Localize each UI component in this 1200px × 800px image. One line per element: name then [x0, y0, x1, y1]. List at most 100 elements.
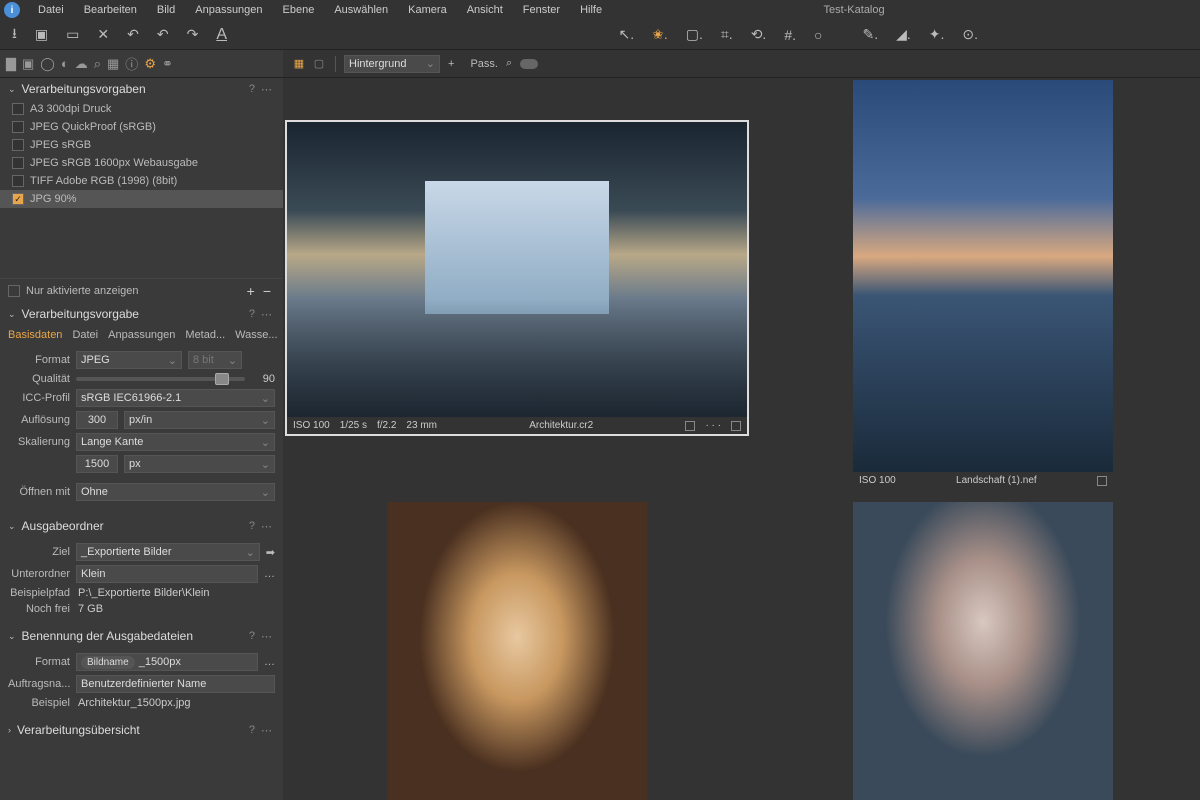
- token-imagename[interactable]: Bildname: [81, 656, 135, 669]
- dest-select[interactable]: _Exportierte Bilder: [76, 543, 260, 561]
- add-icon[interactable]: +: [243, 283, 259, 299]
- goto-icon[interactable]: ➡: [266, 546, 275, 559]
- folder-icon[interactable]: ▭: [62, 24, 83, 45]
- panel-header-output[interactable]: ⌄ Ausgabeordner ? ⋯: [0, 515, 283, 537]
- menu-anpassungen[interactable]: Anpassungen: [185, 4, 272, 16]
- tab-color-icon[interactable]: ☁: [75, 56, 88, 72]
- panel-header-presets[interactable]: ⌄ Verarbeitungsvorgaben ? ⋯: [0, 78, 283, 100]
- menu-datei[interactable]: Datei: [28, 4, 74, 16]
- checkbox-icon[interactable]: [12, 121, 24, 133]
- more-icon[interactable]: ⋯: [261, 520, 272, 533]
- open-with-select[interactable]: Ohne: [76, 483, 275, 501]
- subtab-anpassungen[interactable]: Anpassungen: [108, 329, 175, 341]
- help-icon[interactable]: ?: [249, 83, 255, 95]
- size-unit-select[interactable]: px: [124, 455, 275, 473]
- menu-ansicht[interactable]: Ansicht: [457, 4, 513, 16]
- bitdepth-select[interactable]: 8 bit: [188, 351, 242, 369]
- marker-icon[interactable]: [1097, 476, 1107, 486]
- scale-select[interactable]: Lange Kante: [76, 433, 275, 451]
- thumbnail-image[interactable]: [287, 122, 747, 417]
- preset-item[interactable]: JPEG sRGB 1600px Webausgabe: [0, 154, 283, 172]
- menu-kamera[interactable]: Kamera: [398, 4, 457, 16]
- thumbnail-grid[interactable]: ISO 100 1/25 s f/2.2 23 mm Architektur.c…: [283, 78, 1200, 800]
- grid-view-icon[interactable]: ▦: [291, 56, 307, 72]
- thumbnail-image[interactable]: [853, 80, 1113, 472]
- panel-header-naming[interactable]: ⌄ Benennung der Ausgabedateien ? ⋯: [0, 625, 283, 647]
- subtab-datei[interactable]: Datei: [72, 329, 98, 341]
- menu-fenster[interactable]: Fenster: [513, 4, 570, 16]
- hand-icon[interactable]: ✬.: [648, 24, 672, 45]
- panel-header-summary[interactable]: › Verarbeitungsübersicht ? ⋯: [0, 719, 283, 741]
- subtab-basisdaten[interactable]: Basisdaten: [8, 329, 62, 341]
- tab-lens-icon[interactable]: ◯: [40, 56, 55, 72]
- preset-item[interactable]: A3 300dpi Druck: [0, 100, 283, 118]
- thumbnail-card[interactable]: ISO 100 Landschaft (1).nef: [853, 80, 1113, 489]
- search-icon[interactable]: ⌕: [506, 57, 512, 70]
- tab-details-icon[interactable]: ▦: [107, 56, 119, 72]
- tab-info-icon[interactable]: ⓘ: [125, 54, 138, 73]
- subtab-metadaten[interactable]: Metad...: [185, 329, 225, 341]
- checkbox-icon[interactable]: [12, 103, 24, 115]
- redo-alt-icon[interactable]: ↶: [153, 24, 173, 45]
- add-variant-icon[interactable]: +: [448, 58, 454, 70]
- cursor-icon[interactable]: ↖.: [615, 24, 639, 45]
- thumbnail-card[interactable]: ISO 100 1/25 s f/2.2 23 mm Architektur.c…: [287, 122, 747, 434]
- tab-capture-icon[interactable]: ▣: [22, 56, 34, 72]
- cancel-icon[interactable]: ✕: [93, 24, 113, 45]
- help-icon[interactable]: ?: [249, 520, 255, 532]
- menu-bild[interactable]: Bild: [147, 4, 185, 16]
- checkbox-icon[interactable]: [8, 285, 20, 297]
- preset-item[interactable]: TIFF Adobe RGB (1998) (8bit): [0, 172, 283, 190]
- more-icon[interactable]: ⋯: [261, 630, 272, 643]
- help-icon[interactable]: ?: [249, 724, 255, 736]
- brush-icon[interactable]: ✎.: [858, 24, 882, 45]
- icc-select[interactable]: sRGB IEC61966-2.1: [76, 389, 275, 407]
- menu-hilfe[interactable]: Hilfe: [570, 4, 612, 16]
- background-select[interactable]: Hintergrund: [344, 55, 440, 73]
- more-icon[interactable]: ⋯: [261, 308, 272, 321]
- grid-icon[interactable]: #.: [780, 25, 800, 45]
- capture-icon[interactable]: ▣: [31, 24, 52, 45]
- thumbnail-image[interactable]: [387, 502, 647, 800]
- preset-item[interactable]: JPG 90%: [0, 190, 283, 208]
- help-icon[interactable]: ?: [249, 630, 255, 642]
- toggle-icon[interactable]: [520, 59, 538, 69]
- jobname-input[interactable]: [76, 675, 275, 693]
- redo-icon[interactable]: ↷: [183, 24, 203, 45]
- subfolder-input[interactable]: [76, 565, 258, 583]
- page-icon[interactable]: ▢.: [682, 24, 707, 45]
- import-icon[interactable]: ⭳: [8, 21, 21, 49]
- token-icon[interactable]: …: [264, 656, 275, 668]
- panel-header-recipe[interactable]: ⌄ Verarbeitungsvorgabe ? ⋯: [0, 303, 283, 325]
- subtab-wasserzeichen[interactable]: Wasse...: [235, 329, 277, 341]
- tab-loupe-icon[interactable]: ⌕: [94, 56, 101, 72]
- erase-icon[interactable]: ◢.: [892, 24, 915, 45]
- rotate-icon[interactable]: ⟲.: [747, 24, 771, 45]
- tab-exposure-icon[interactable]: ◐: [61, 56, 69, 71]
- tab-output-icon[interactable]: ⚙: [144, 56, 156, 72]
- undo-icon[interactable]: ↶: [123, 24, 143, 45]
- size-input[interactable]: [76, 455, 118, 473]
- heal-icon[interactable]: ✦.: [925, 24, 949, 45]
- token-icon[interactable]: …: [264, 568, 275, 580]
- menu-bearbeiten[interactable]: Bearbeiten: [74, 4, 147, 16]
- marker-icon[interactable]: [685, 421, 695, 431]
- thumbnail-card[interactable]: [387, 502, 647, 800]
- remove-icon[interactable]: −: [259, 283, 275, 299]
- crop-icon[interactable]: ⌗.: [717, 24, 737, 45]
- menu-auswaehlen[interactable]: Auswählen: [324, 4, 398, 16]
- tab-library-icon[interactable]: ▇: [6, 56, 16, 72]
- checkbox-icon[interactable]: [12, 139, 24, 151]
- naming-format-field[interactable]: Bildname _1500px: [76, 653, 258, 671]
- resolution-unit-select[interactable]: px/in: [124, 411, 275, 429]
- checkbox-icon[interactable]: [12, 175, 24, 187]
- text-icon[interactable]: A: [212, 24, 231, 46]
- checkbox-icon[interactable]: [12, 193, 24, 205]
- tab-batch-icon[interactable]: ⚭: [162, 56, 173, 72]
- marker-icon[interactable]: [731, 421, 741, 431]
- thumbnail-image[interactable]: [853, 502, 1113, 800]
- format-select[interactable]: JPEG: [76, 351, 182, 369]
- more-icon[interactable]: ⋯: [261, 724, 272, 737]
- quality-slider[interactable]: [76, 377, 245, 381]
- more-icon[interactable]: ⋯: [261, 83, 272, 96]
